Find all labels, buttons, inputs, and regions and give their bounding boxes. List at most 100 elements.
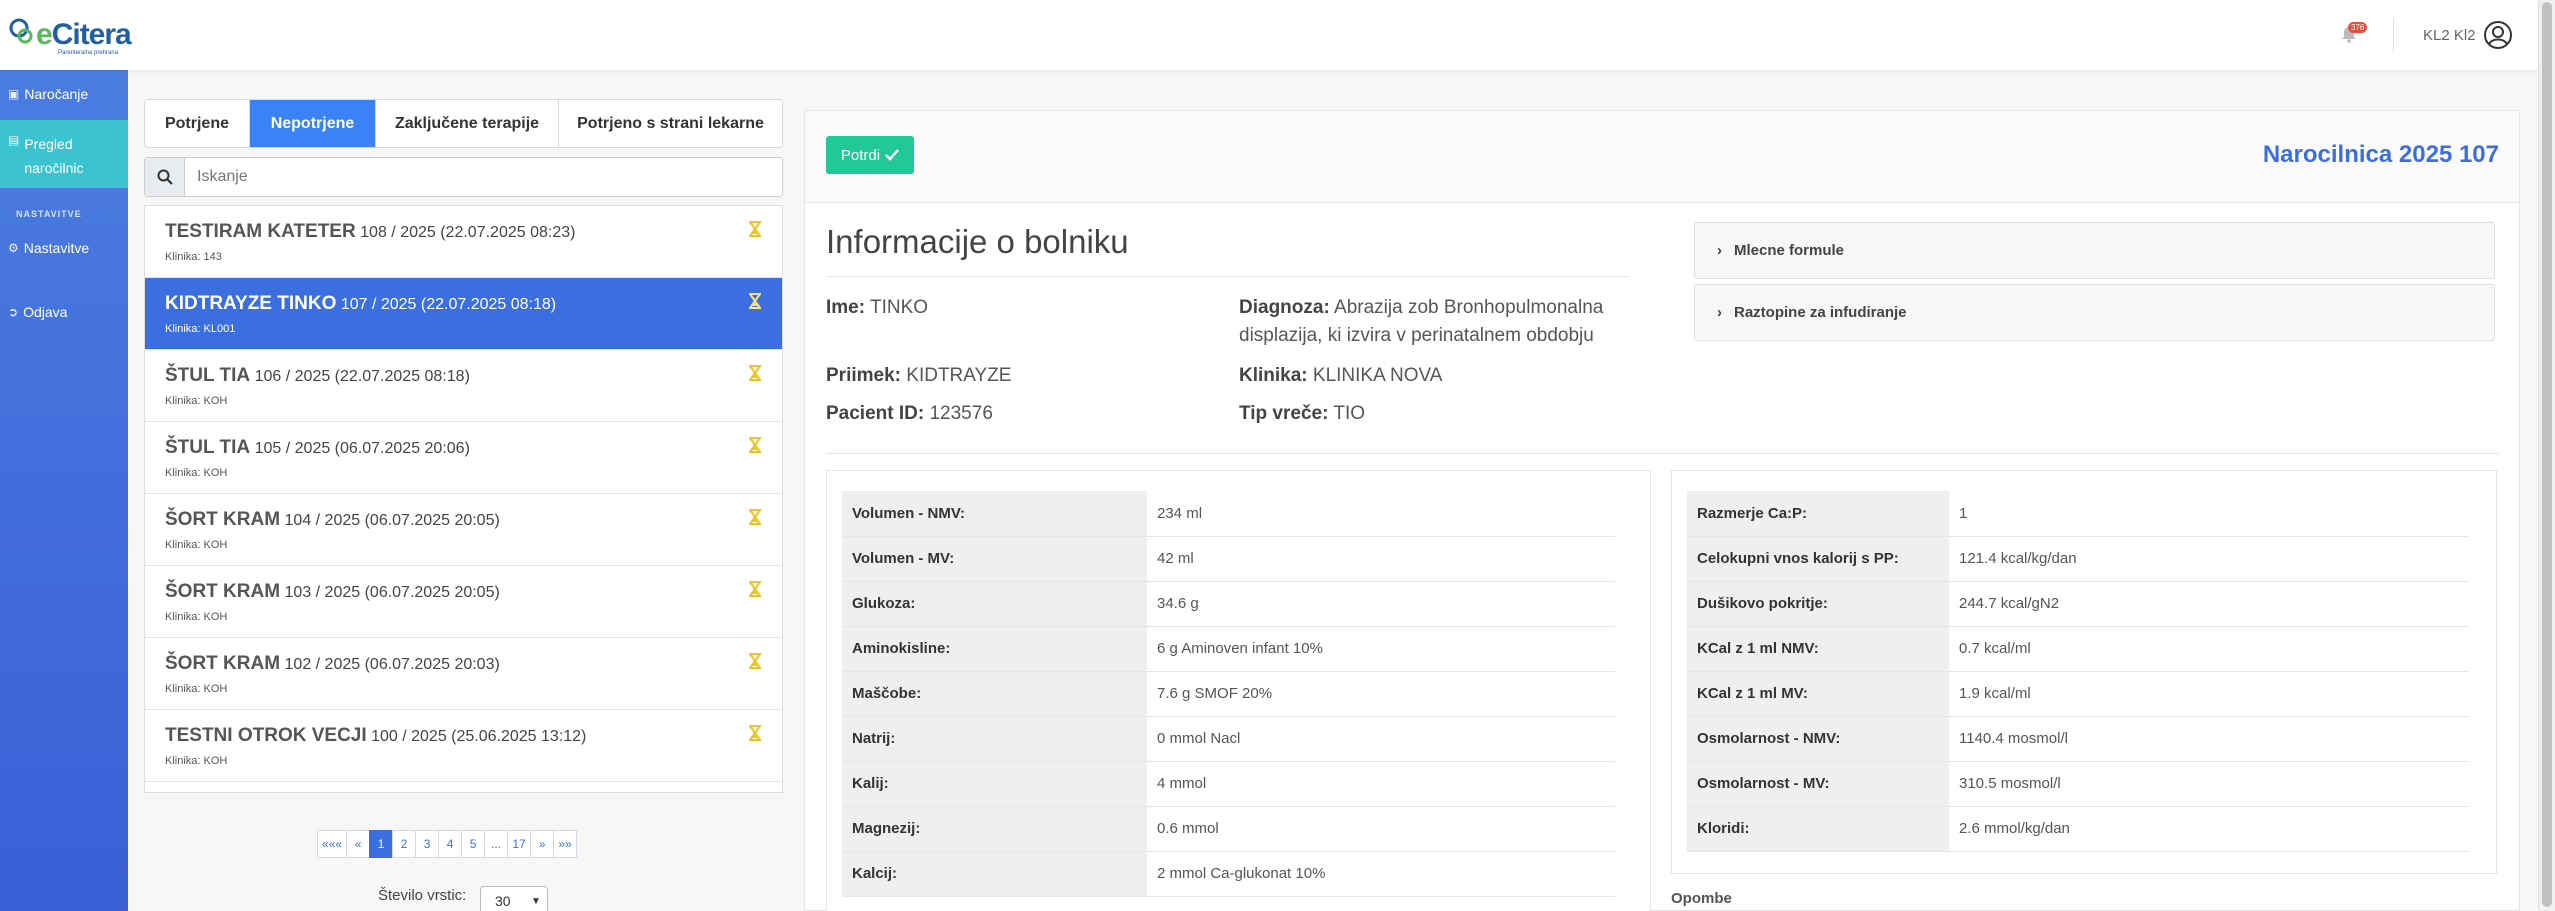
page-2-button[interactable]: 2	[392, 830, 417, 858]
order-list-item[interactable]: ŠORT KRAM 103 / 2025 (06.07.2025 20:05) …	[145, 566, 782, 638]
field-tip-vrece: Tip vreče: TIO	[1239, 403, 1366, 424]
field-klinika: Klinika: KLINIKA NOVA	[1239, 365, 1443, 386]
table-row: Volumen - MV: 42 ml	[842, 536, 1615, 582]
table-row: KCal z 1 ml MV: 1.9 kcal/ml	[1687, 671, 2469, 717]
field-priimek: Priimek: KIDTRAYZE	[826, 365, 1012, 386]
chevron-down-icon: ▼	[531, 896, 541, 907]
table-row: Osmolarnost - MV: 310.5 mosmol/l	[1687, 761, 2469, 807]
page-prev-button[interactable]: «	[346, 830, 371, 858]
table-row: KCal z 1 ml NMV: 0.7 kcal/ml	[1687, 626, 2469, 672]
sidebar-item-narocanje[interactable]: ▣ Naročanje	[0, 86, 128, 110]
table-row: Razmerje Ca:P: 1	[1687, 491, 2469, 537]
logo-text: eCitera	[36, 18, 132, 51]
table-row: Dušikovo pokritje: 244.7 kcal/gN2	[1687, 581, 2469, 627]
search-icon	[145, 158, 185, 196]
sidebar-item-label: Nastavitve	[23, 240, 90, 256]
search-box	[144, 157, 783, 197]
page-scrollbar[interactable]	[2538, 0, 2555, 911]
order-clinic: Klinika: KOH	[165, 395, 228, 407]
nutrition-table-right: Razmerje Ca:P: 1 Celokupni vnos kalorij s…	[1687, 491, 2469, 852]
order-meta: 108 / 2025 (22.07.2025 08:23)	[360, 224, 576, 241]
order-clinic: Klinika: KL001	[165, 323, 236, 335]
order-clinic: Klinika: KOH	[165, 683, 228, 695]
order-meta: 107 / 2025 (22.07.2025 08:18)	[340, 296, 557, 313]
page-4-button[interactable]: 4	[438, 830, 463, 858]
page-1-button[interactable]: 1	[369, 830, 394, 858]
confirm-button[interactable]: Potrdi	[826, 136, 914, 174]
nutrition-table-left-card: Volumen - NMV: 234 ml Volumen - MV: 42 ml …	[826, 470, 1651, 911]
table-row: Magnezij: 0.6 mmol	[842, 806, 1615, 852]
order-patient-name: KIDTRAYZE TINKO	[165, 293, 337, 314]
order-list-item-selected[interactable]: KIDTRAYZE TINKO 107 / 2025 (22.07.2025 0…	[145, 278, 782, 350]
table-row: Aminokisline: 6 g Aminoven infant 10%	[842, 626, 1615, 672]
order-meta: 106 / 2025 (22.07.2025 08:18)	[254, 368, 470, 385]
hourglass-icon	[749, 293, 761, 309]
order-list-item[interactable]: ŠORT KRAM 102 / 2025 (06.07.2025 20:03) …	[145, 638, 782, 710]
order-detail-panel: Potrdi Narocilnica 2025 107 Informacije …	[804, 110, 2520, 911]
notes-label: Opombe	[1671, 890, 1732, 907]
order-list-item[interactable]: ŠTUL TIA 106 / 2025 (22.07.2025 08:18) K…	[145, 350, 782, 422]
table-row: Natrij: 0 mmol Nacl	[842, 716, 1615, 762]
tab-zakljucene-terapije[interactable]: Zaključene terapije	[376, 100, 559, 147]
page-first-button[interactable]: «««	[317, 830, 348, 858]
order-patient-name: ŠORT KRAM	[165, 653, 281, 674]
page-next-button[interactable]: »	[530, 830, 555, 858]
table-row: Kloridi: 2.6 mmol/kg/dan	[1687, 806, 2469, 852]
search-input[interactable]	[185, 158, 782, 196]
order-patient-name: ŠTUL TIA	[165, 365, 251, 386]
top-bar: eCitera Parenteralna prehrana 376 KL2 Kl…	[0, 0, 2538, 70]
sidebar: ▣ Naročanje ▤ Pregled naročilnic NASTAVI…	[0, 70, 128, 911]
ecitera-logo[interactable]: eCitera Parenteralna prehrana	[6, 14, 132, 56]
order-list-item[interactable]: ŠTUL TIA 105 / 2025 (06.07.2025 20:06) K…	[145, 422, 782, 494]
tab-potrjeno-s-strani-lekarne[interactable]: Potrjeno s strani lekarne	[559, 100, 782, 147]
document-icon: ▤	[8, 133, 20, 147]
hourglass-icon	[749, 365, 761, 381]
tab-nepotrjene[interactable]: Nepotrjene	[250, 100, 376, 147]
field-ime: Ime: TINKO	[826, 297, 929, 318]
logo-emblem-icon	[9, 18, 33, 44]
sidebar-item-pregled-narocilnic[interactable]: ▤ Pregled naročilnic	[0, 120, 128, 188]
page-5-button[interactable]: 5	[461, 830, 486, 858]
nutrition-table-right-card: Razmerje Ca:P: 1 Celokupni vnos kalorij s…	[1671, 470, 2497, 874]
order-meta: 100 / 2025 (25.06.2025 13:12)	[371, 728, 587, 745]
table-row: Kalcij: 2 mmol Ca-glukonat 10%	[842, 851, 1615, 897]
accordion-label: Mlecne formule	[1734, 242, 1845, 259]
sidebar-section-heading: NASTAVITVE	[16, 209, 82, 219]
checkmark-icon	[885, 149, 900, 161]
accordion-mlecne-formule[interactable]: › Mlecne formule	[1694, 222, 2495, 279]
topbar-divider	[2393, 18, 2394, 52]
table-row: Osmolarnost - NMV: 1140.4 mosmol/l	[1687, 716, 2469, 762]
detail-header: Potrdi Narocilnica 2025 107	[805, 111, 2519, 203]
field-pacient-id: Pacient ID: 123576	[826, 403, 993, 424]
order-clinic: Klinika: KOH	[165, 755, 228, 767]
order-clinic: Klinika: KOH	[165, 539, 228, 551]
user-name[interactable]: KL2 Kl2	[2423, 27, 2476, 44]
page-last-button[interactable]: »»	[553, 830, 578, 858]
sidebar-item-nastavitve[interactable]: ⚙ Nastavitve	[0, 240, 128, 264]
accordion-raztopine-za-infudiranje[interactable]: › Raztopine za infudiranje	[1694, 284, 2495, 341]
sidebar-item-label: Odjava	[23, 304, 68, 320]
chevron-right-icon: ›	[1717, 304, 1722, 321]
order-clinic: Klinika: KOH	[165, 467, 228, 479]
tab-potrjene[interactable]: Potrjene	[145, 100, 250, 147]
logo-subtitle: Parenteralna prehrana	[58, 50, 119, 56]
order-list-item[interactable]: TESTNI OTROK VECJI 100 / 2025 (25.06.202…	[145, 710, 782, 782]
sidebar-item-odjava[interactable]: ➲ Odjava	[0, 304, 128, 328]
patient-info-heading: Informacije o bolniku	[826, 223, 1129, 260]
order-clinic: Klinika: 143	[165, 251, 222, 263]
sidebar-item-label: Naročanje	[24, 86, 89, 102]
table-row: Celokupni vnos kalorij s PP: 121.4 kcal/k…	[1687, 536, 2469, 582]
scrollbar-thumb[interactable]	[2542, 2, 2552, 907]
page-17-button[interactable]: 17	[507, 830, 532, 858]
chevron-right-icon: ›	[1717, 242, 1722, 259]
user-account-icon[interactable]	[2483, 20, 2513, 50]
accordion-label: Raztopine za infudiranje	[1734, 304, 1907, 321]
order-list-item[interactable]: TESTIRAM KATETER 108 / 2025 (22.07.2025 …	[145, 206, 782, 278]
rows-per-page-select[interactable]: 30 ▼	[480, 886, 548, 911]
page-3-button[interactable]: 3	[415, 830, 440, 858]
sidebar-item-label: Pregled naročilnic	[24, 136, 84, 176]
hourglass-icon	[749, 725, 761, 741]
hourglass-icon	[749, 221, 761, 237]
order-meta: 103 / 2025 (06.07.2025 20:05)	[284, 584, 500, 601]
order-list-item[interactable]: ŠORT KRAM 104 / 2025 (06.07.2025 20:05) …	[145, 494, 782, 566]
